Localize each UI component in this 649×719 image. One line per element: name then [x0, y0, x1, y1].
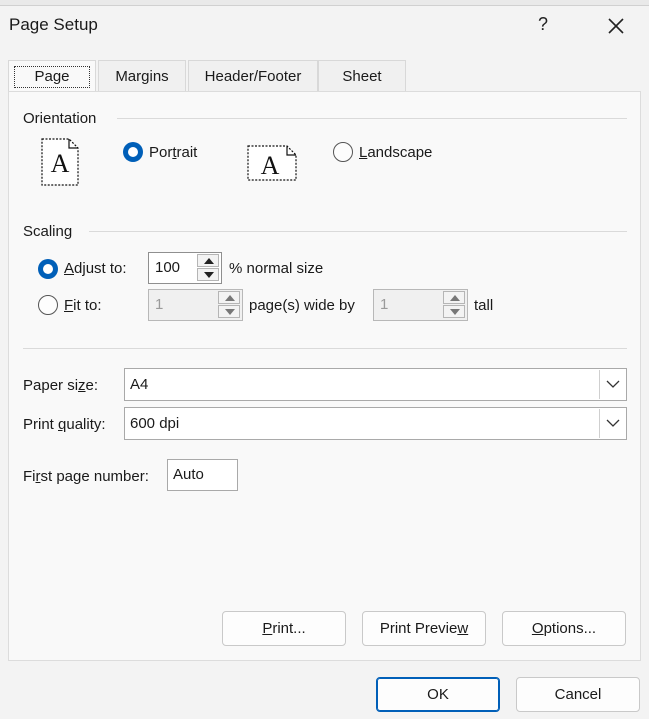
- chevron-up-icon: [450, 295, 460, 301]
- chevron-down-icon: [225, 309, 235, 315]
- orientation-label: Orientation: [23, 110, 97, 127]
- help-button[interactable]: ?: [538, 14, 548, 35]
- title-bar: Page Setup ?: [0, 6, 649, 46]
- adjust-to-suffix: % normal size: [229, 260, 324, 277]
- tab-sheet[interactable]: Sheet: [318, 60, 406, 92]
- fit-to-wide-suffix: page(s) wide by: [249, 297, 355, 314]
- portrait-page-icon: A: [41, 138, 79, 186]
- landscape-label[interactable]: Landscape: [359, 144, 432, 161]
- chevron-down-icon: [450, 309, 460, 315]
- adjust-to-label[interactable]: Adjust to:: [64, 260, 127, 277]
- portrait-glyph: A: [51, 149, 70, 178]
- paper-size-select[interactable]: A4: [124, 368, 627, 401]
- fit-to-tall-up-button[interactable]: [443, 291, 465, 304]
- chevron-down-icon: [204, 272, 214, 278]
- print-quality-label: Print quality:: [23, 416, 106, 433]
- print-quality-dropdown-button[interactable]: [599, 409, 625, 438]
- landscape-page-icon: A: [247, 145, 297, 181]
- fit-to-tall-suffix: tall: [474, 297, 494, 314]
- close-button[interactable]: [603, 13, 629, 39]
- print-quality-value: 600 dpi: [130, 415, 180, 432]
- paper-size-dropdown-button[interactable]: [599, 370, 625, 399]
- adjust-to-up-button[interactable]: [197, 254, 219, 267]
- chevron-down-icon: [606, 380, 620, 388]
- first-page-number-label: First page number:: [23, 468, 149, 485]
- orientation-divider: [117, 118, 627, 119]
- chevron-up-icon: [204, 258, 214, 264]
- dialog-title: Page Setup: [9, 15, 98, 34]
- fit-to-wide-stepper[interactable]: 1: [148, 289, 243, 321]
- tab-sheet-label: Sheet: [342, 68, 382, 85]
- options-button[interactable]: Options...: [502, 611, 626, 646]
- fit-to-tall-value: 1: [380, 296, 389, 313]
- tab-page-label: Page: [14, 66, 90, 88]
- fit-to-wide-arrows: [218, 291, 240, 319]
- tab-header-footer-label: Header/Footer: [204, 68, 302, 85]
- print-button[interactable]: Print...: [222, 611, 346, 646]
- adjust-to-value: 100: [155, 259, 181, 276]
- fit-to-wide-value: 1: [155, 296, 164, 313]
- cancel-button[interactable]: Cancel: [516, 677, 640, 712]
- fit-to-radio[interactable]: [38, 295, 58, 315]
- tab-margins-label: Margins: [115, 68, 169, 85]
- fit-to-label[interactable]: Fit to:: [64, 297, 102, 314]
- fit-to-tall-arrows: [443, 291, 465, 319]
- page-tab-panel: Orientation A Portrait A Landscape Scali…: [8, 91, 641, 661]
- paper-divider: [23, 348, 627, 349]
- chevron-down-icon: [606, 419, 620, 427]
- print-quality-select[interactable]: 600 dpi: [124, 407, 627, 440]
- paper-size-value: A4: [130, 376, 149, 393]
- adjust-to-arrows: [197, 254, 219, 282]
- portrait-radio[interactable]: [123, 142, 143, 162]
- first-page-number-value: Auto: [173, 466, 204, 483]
- chevron-up-icon: [225, 295, 235, 301]
- fit-to-wide-up-button[interactable]: [218, 291, 240, 304]
- landscape-glyph: A: [261, 151, 280, 180]
- first-page-number-field[interactable]: Auto: [167, 459, 238, 491]
- paper-size-label: Paper size:: [23, 377, 99, 394]
- close-icon: [608, 18, 624, 34]
- adjust-to-stepper[interactable]: 100: [148, 252, 222, 284]
- print-preview-button[interactable]: Print Preview: [362, 611, 486, 646]
- tab-page[interactable]: Page: [8, 60, 96, 92]
- landscape-radio[interactable]: [333, 142, 353, 162]
- scaling-divider: [89, 231, 627, 232]
- ok-button[interactable]: OK: [376, 677, 500, 712]
- fit-to-wide-down-button[interactable]: [218, 305, 240, 318]
- scaling-label: Scaling: [23, 223, 73, 240]
- portrait-label[interactable]: Portrait: [149, 144, 197, 161]
- tab-header-footer[interactable]: Header/Footer: [188, 60, 318, 92]
- fit-to-tall-stepper[interactable]: 1: [373, 289, 468, 321]
- adjust-to-down-button[interactable]: [197, 268, 219, 281]
- tab-margins[interactable]: Margins: [98, 60, 186, 92]
- adjust-to-radio[interactable]: [38, 259, 58, 279]
- fit-to-tall-down-button[interactable]: [443, 305, 465, 318]
